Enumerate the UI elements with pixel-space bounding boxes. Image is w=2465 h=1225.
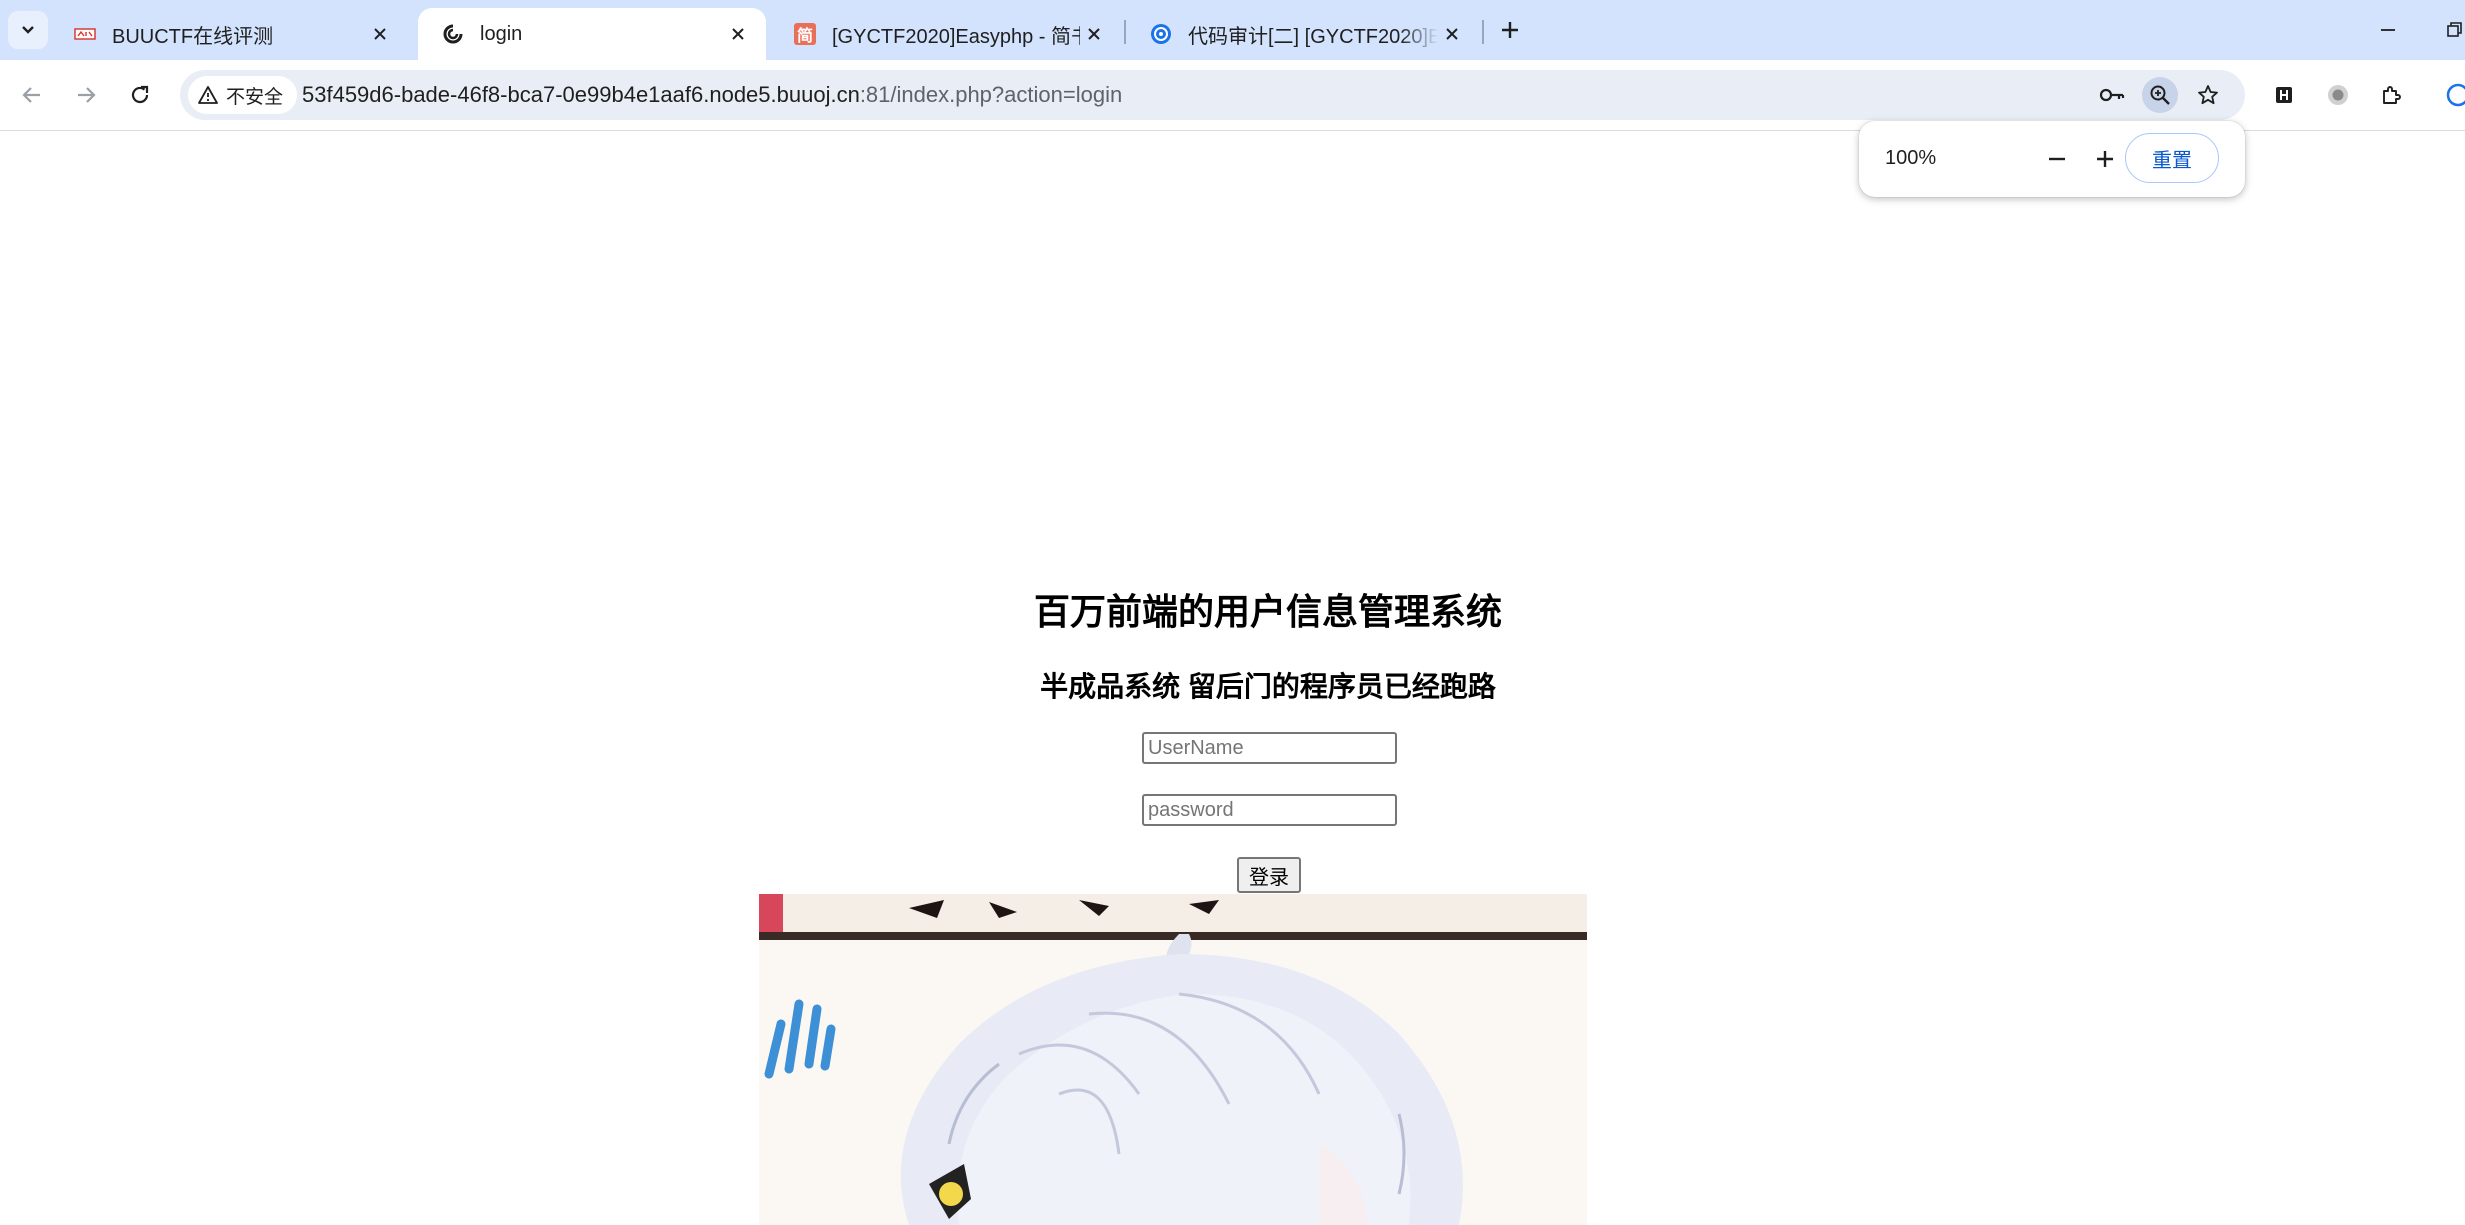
arrow-right-icon bbox=[78, 87, 96, 103]
warning-icon bbox=[198, 86, 218, 104]
jianshu-favicon-icon: 简 bbox=[794, 23, 816, 45]
tab-strip: BUUCTF在线评测 login 简 [GYCTF2020]Easyphp - … bbox=[0, 0, 2465, 60]
new-tab-button[interactable] bbox=[1494, 14, 1526, 46]
tab-separator bbox=[1482, 20, 1484, 44]
minimize-icon bbox=[2381, 29, 2395, 31]
url-text[interactable]: 53f459d6-bade-46f8-bca7-0e99b4e1aaf6.nod… bbox=[302, 82, 1122, 108]
profile-icon bbox=[2446, 83, 2465, 107]
anime-character-image bbox=[759, 894, 1587, 1225]
anime-illustration bbox=[759, 894, 1587, 1225]
refresh-favicon-icon bbox=[442, 23, 464, 45]
tab-search-button[interactable] bbox=[8, 11, 48, 49]
page-subtitle: 半成品系统 留后门的程序员已经跑路 bbox=[1040, 671, 1496, 702]
login-button[interactable]: 登录 bbox=[1237, 857, 1301, 893]
tab-title: 代码审计[二] [GYCTF2020]Easy bbox=[1188, 25, 1438, 48]
tab-title: login bbox=[480, 22, 523, 45]
star-icon bbox=[2198, 85, 2218, 105]
tab-code-audit[interactable]: 代码审计[二] [GYCTF2020]Easy bbox=[1126, 8, 1480, 60]
page-title: 百万前端的用户信息管理系统 bbox=[1033, 591, 1502, 632]
url-host: 53f459d6-bade-46f8-bca7-0e99b4e1aaf6.nod… bbox=[302, 82, 860, 107]
arrow-left-icon bbox=[22, 87, 40, 103]
reload-icon bbox=[131, 85, 149, 104]
h-extension-icon bbox=[2276, 87, 2292, 103]
zoom-in-icon bbox=[2150, 85, 2170, 105]
extensions-button[interactable] bbox=[2374, 77, 2410, 113]
forward-button[interactable] bbox=[68, 77, 104, 113]
tab-buuctf[interactable]: BUUCTF在线评测 bbox=[50, 8, 408, 60]
url-path: :81/index.php?action=login bbox=[859, 82, 1123, 107]
close-icon[interactable] bbox=[366, 20, 394, 48]
chevron-down-icon bbox=[22, 26, 34, 34]
address-bar[interactable]: 不安全 53f459d6-bade-46f8-bca7-0e99b4e1aaf6… bbox=[180, 70, 2245, 120]
page-content: 百万前端的用户信息管理系统 半成品系统 留后门的程序员已经跑路 登录 bbox=[0, 131, 2465, 1225]
blog-favicon-icon bbox=[1150, 23, 1172, 45]
close-icon[interactable] bbox=[1080, 20, 1108, 48]
password-input[interactable] bbox=[1142, 794, 1397, 826]
minimize-button[interactable] bbox=[2372, 14, 2404, 46]
restore-icon bbox=[2447, 22, 2462, 37]
tab-title: BUUCTF在线评测 bbox=[112, 25, 274, 48]
extension-circle-button[interactable] bbox=[2320, 77, 2356, 113]
plus-icon bbox=[1502, 22, 1518, 38]
record-extension-icon bbox=[2328, 85, 2348, 105]
puzzle-icon bbox=[2383, 86, 2401, 104]
security-chip[interactable]: 不安全 bbox=[188, 76, 298, 114]
reload-button[interactable] bbox=[122, 77, 158, 113]
extension-h-button[interactable] bbox=[2266, 77, 2302, 113]
tab-login[interactable]: login bbox=[418, 8, 766, 60]
buuctf-favicon-icon bbox=[74, 23, 96, 45]
bookmark-button[interactable] bbox=[2190, 77, 2226, 113]
tab-jianshu[interactable]: 简 [GYCTF2020]Easyphp - 简书 bbox=[770, 8, 1122, 60]
password-key-button[interactable] bbox=[2094, 77, 2130, 113]
close-icon[interactable] bbox=[724, 20, 752, 48]
key-icon bbox=[2099, 88, 2125, 102]
close-icon[interactable] bbox=[1438, 20, 1466, 48]
back-button[interactable] bbox=[14, 77, 50, 113]
zoom-button[interactable] bbox=[2142, 77, 2178, 113]
profile-button[interactable] bbox=[2440, 77, 2465, 113]
restore-button[interactable] bbox=[2438, 14, 2465, 46]
security-label: 不安全 bbox=[226, 86, 284, 108]
username-input[interactable] bbox=[1142, 732, 1397, 764]
tab-title: [GYCTF2020]Easyphp - 简书 bbox=[832, 25, 1080, 48]
